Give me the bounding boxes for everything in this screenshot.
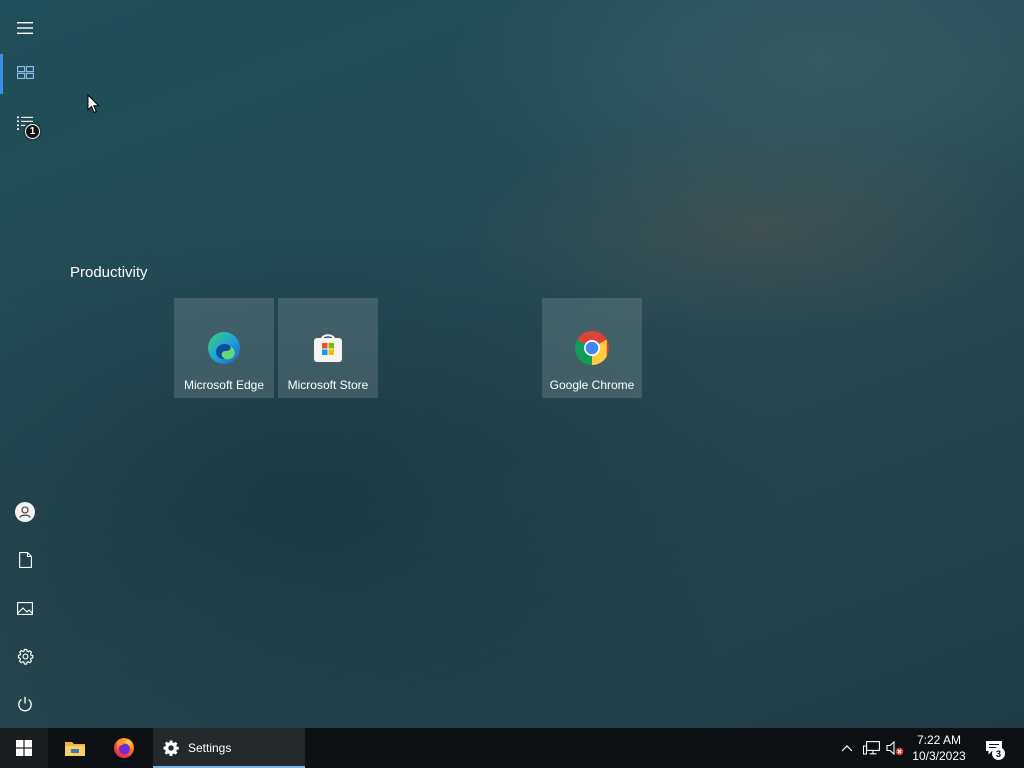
tile-group-title[interactable]: Productivity [70, 264, 148, 281]
chevron-up-icon [841, 745, 853, 752]
network-button[interactable] [860, 728, 882, 768]
taskbar-settings[interactable]: Settings [153, 728, 305, 768]
document-icon [18, 552, 32, 568]
pictures-icon [17, 601, 33, 615]
power-icon [18, 696, 32, 712]
taskbar-app-label: Settings [188, 741, 232, 755]
taskbar: Settings 7:22 AM 10/3/2023 3 [0, 728, 1024, 768]
documents-button[interactable] [0, 538, 50, 582]
account-button[interactable] [0, 490, 50, 534]
pinned-tiles-button[interactable] [0, 50, 50, 94]
expand-menu-button[interactable] [0, 6, 50, 50]
start-button[interactable] [0, 728, 48, 768]
user-icon [15, 502, 35, 522]
power-button[interactable] [0, 682, 50, 726]
volume-muted-icon [886, 740, 904, 756]
clock-date: 10/3/2023 [912, 749, 966, 763]
tile-label: Microsoft Store [287, 378, 369, 392]
taskbar-file-explorer[interactable] [52, 728, 98, 768]
tile-label: Google Chrome [549, 378, 635, 392]
clock[interactable]: 7:22 AM 10/3/2023 [908, 732, 970, 764]
tile-microsoft-store[interactable]: Microsoft Store [278, 298, 378, 398]
all-apps-button[interactable]: 1 [0, 101, 50, 145]
tile-microsoft-edge[interactable]: Microsoft Edge [174, 298, 274, 398]
network-icon [862, 741, 880, 755]
clock-time: 7:22 AM [916, 733, 962, 747]
firefox-icon [114, 738, 134, 758]
volume-button[interactable] [884, 728, 906, 768]
folder-icon [65, 742, 85, 756]
windows-icon [16, 740, 32, 756]
tile-label: Microsoft Edge [183, 378, 265, 392]
edge-icon [208, 332, 240, 364]
hamburger-icon [17, 22, 33, 34]
store-icon [314, 334, 342, 362]
pictures-button[interactable] [0, 586, 50, 630]
tile-google-chrome[interactable]: Google Chrome [542, 298, 642, 398]
show-hidden-icons-button[interactable] [838, 728, 856, 768]
notification-badge: 1 [25, 124, 40, 139]
notification-count-badge: 3 [992, 747, 1005, 760]
settings-button[interactable] [0, 634, 50, 678]
chrome-icon [575, 331, 609, 365]
gear-icon [163, 740, 179, 756]
start-menu-rail: 1 [0, 0, 50, 728]
tiles-icon [16, 65, 34, 79]
mouse-cursor-icon [87, 94, 100, 114]
gear-icon [17, 648, 33, 665]
taskbar-firefox[interactable] [100, 728, 148, 768]
